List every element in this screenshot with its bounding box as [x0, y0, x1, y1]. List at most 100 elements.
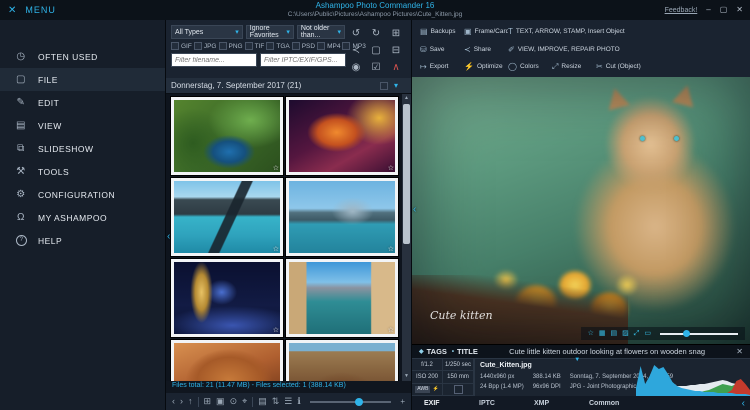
- filetype-checkbox-gif[interactable]: GIF: [171, 42, 192, 50]
- favorite-star-icon[interactable]: ☆: [273, 165, 279, 172]
- thumbnail-scrollbar[interactable]: ▲ ▼: [402, 94, 411, 381]
- filter-iptc-input[interactable]: [260, 53, 346, 67]
- sidebar-item-often-used[interactable]: ◷ OFTEN USED: [0, 45, 165, 68]
- close-button[interactable]: ✕: [736, 6, 743, 14]
- pdf-icon[interactable]: ∧: [386, 59, 406, 76]
- nav-up-icon[interactable]: ↑: [188, 397, 193, 406]
- thumbnail-city-skyline[interactable]: ☆: [286, 178, 398, 256]
- colors-button[interactable]: ◯ Colors: [508, 59, 552, 74]
- undo-icon[interactable]: ↺: [346, 25, 366, 42]
- menu-close-icon[interactable]: ✕: [8, 5, 16, 16]
- filetype-checkbox-mp4[interactable]: MP4: [317, 42, 340, 50]
- maximize-button[interactable]: ▢: [720, 6, 728, 14]
- export-button[interactable]: ↦ Export: [420, 59, 464, 74]
- scrollbar-thumb[interactable]: [403, 104, 410, 244]
- camera-import-icon[interactable]: ◉: [346, 59, 366, 76]
- new-file-icon[interactable]: ▢: [366, 42, 386, 59]
- filetype-checkbox-png[interactable]: PNG: [218, 42, 243, 50]
- thumbnail-venice-canal[interactable]: ☆: [286, 259, 398, 337]
- filetype-checkbox-tif[interactable]: TIF: [244, 42, 264, 50]
- image-view-icon[interactable]: ▣: [216, 397, 225, 406]
- resize-button[interactable]: ⤢ Resize: [552, 59, 596, 74]
- sidebar-item-my-ashampoo[interactable]: Ω MY ASHAMPOO: [0, 206, 165, 229]
- title-toggle[interactable]: • TITLE: [452, 347, 478, 356]
- backups-button[interactable]: ▤ Backups: [420, 24, 464, 39]
- panel-expand-icon[interactable]: ‹: [742, 398, 745, 409]
- preview-zoom-slider[interactable]: [660, 330, 738, 337]
- list-options-icon[interactable]: ☰: [284, 397, 292, 406]
- sidebar-item-help[interactable]: ? HELP: [0, 229, 165, 252]
- photo-title-text[interactable]: Cute little kitten outdoor looking at fl…: [483, 347, 731, 356]
- frame-card-button[interactable]: ▣ Frame/Card: [464, 24, 508, 39]
- redo-icon[interactable]: ↻: [366, 25, 386, 42]
- optimize-button[interactable]: ⚡ Optimize: [464, 59, 508, 74]
- filmstrip-mode-icon[interactable]: ▤: [611, 330, 618, 337]
- fullscreen-icon[interactable]: ⤢: [634, 330, 640, 337]
- print-icon[interactable]: ⊟: [386, 42, 406, 59]
- preview-zoom-thumb[interactable]: [683, 330, 691, 337]
- batch-edit-icon[interactable]: ☑: [366, 59, 386, 76]
- compare-mode-icon[interactable]: ▨: [622, 330, 629, 337]
- feedback-link[interactable]: Feedback!: [665, 7, 698, 14]
- scroll-down-icon[interactable]: ▼: [402, 372, 411, 381]
- sidebar-item-tools[interactable]: ⚒ TOOLS: [0, 160, 165, 183]
- sort-icon[interactable]: ⇅: [272, 397, 280, 406]
- monitor-icon[interactable]: ▭: [644, 330, 651, 337]
- folder-view-icon[interactable]: ▤: [258, 397, 267, 406]
- add-image-icon[interactable]: ⊞: [386, 25, 406, 42]
- thumbnail-vegas-paris[interactable]: ☆: [171, 259, 283, 337]
- scroll-up-icon[interactable]: ▲: [402, 94, 411, 103]
- share-icon[interactable]: ≺: [346, 42, 366, 59]
- sidebar-item-file[interactable]: ▢ FILE: [0, 68, 165, 91]
- sidebar-collapse-icon[interactable]: ‹: [167, 231, 170, 242]
- sidebar-item-view[interactable]: ▤ VIEW: [0, 114, 165, 137]
- group-header[interactable]: Donnerstag, 7. September 2017 (21) ▾: [166, 78, 411, 94]
- favorite-star-icon[interactable]: ☆: [588, 330, 594, 337]
- menu-button[interactable]: MENU: [25, 5, 56, 15]
- tab-iptc[interactable]: IPTC: [479, 400, 534, 407]
- thumbnail-horseshoe-bend[interactable]: ☆: [171, 340, 283, 381]
- type-dropdown[interactable]: All Types ▾: [171, 25, 243, 39]
- age-dropdown[interactable]: Not older than... ▾: [296, 25, 345, 39]
- loupe-icon[interactable]: ⊙: [230, 397, 238, 406]
- panel-collapse-icon[interactable]: ‹: [413, 205, 416, 215]
- sidebar-item-edit[interactable]: ✎ EDIT: [0, 91, 165, 114]
- minimize-button[interactable]: –: [706, 6, 710, 14]
- favorites-dropdown[interactable]: Ignore Favorites ▾: [245, 25, 294, 39]
- nav-forward-icon[interactable]: ›: [180, 397, 183, 406]
- tab-exif[interactable]: EXIF: [424, 400, 479, 407]
- thumbnail-size-slider[interactable]: [309, 397, 392, 406]
- share-button[interactable]: ≺ Share: [464, 42, 508, 57]
- cut-object-button[interactable]: ✂ Cut (Object): [596, 59, 641, 74]
- nav-back-icon[interactable]: ‹: [172, 397, 175, 406]
- flash-checkbox[interactable]: [453, 384, 463, 394]
- filetype-checkbox-jpg[interactable]: JPG: [193, 42, 217, 50]
- favorite-star-icon[interactable]: ☆: [273, 246, 279, 253]
- text-arrow-stamp-insert-object-button[interactable]: T TEXT, ARROW, STAMP, Insert Object: [508, 24, 625, 39]
- sidebar-item-configuration[interactable]: ⚙ CONFIGURATION: [0, 183, 165, 206]
- tab-xmp[interactable]: XMP: [534, 400, 589, 407]
- favorite-star-icon[interactable]: ☆: [388, 165, 394, 172]
- thumbnail-railroad-bridge[interactable]: ☆: [171, 178, 283, 256]
- tags-toggle[interactable]: ◆ TAGS: [419, 347, 447, 356]
- grid-view-icon[interactable]: ⊞: [204, 397, 212, 406]
- thumbnail-street-market[interactable]: ☆: [286, 340, 398, 381]
- group-select-checkbox[interactable]: [379, 81, 388, 90]
- tab-common[interactable]: Common: [589, 400, 644, 407]
- view-improve-repair-photo-button[interactable]: ✐ VIEW, IMPROVE, REPAIR PHOTO: [508, 42, 620, 57]
- group-collapse-icon[interactable]: ▾: [394, 81, 398, 90]
- favorite-star-icon[interactable]: ☆: [388, 327, 394, 334]
- filetype-checkbox-tga[interactable]: TGA: [266, 42, 290, 50]
- thumbnail-peacock[interactable]: ☆: [171, 97, 283, 175]
- photo-preview[interactable]: Cute kitten ‹ ☆ ▦ ▤ ▨ ⤢ ▭: [412, 77, 750, 344]
- title-close-icon[interactable]: ✕: [736, 347, 743, 356]
- save-button[interactable]: ⛁ Save: [420, 42, 464, 57]
- info-icon[interactable]: ℹ: [297, 397, 300, 406]
- zoom-in-icon[interactable]: +: [400, 397, 405, 406]
- thumbnail-antelope-canyon[interactable]: ☆: [286, 97, 398, 175]
- zoom-icon[interactable]: ⌖: [242, 397, 247, 406]
- slider-thumb[interactable]: [354, 397, 363, 406]
- thumbnails-mode-icon[interactable]: ▦: [599, 330, 606, 337]
- favorite-star-icon[interactable]: ☆: [273, 327, 279, 334]
- filter-filename-input[interactable]: [171, 53, 257, 67]
